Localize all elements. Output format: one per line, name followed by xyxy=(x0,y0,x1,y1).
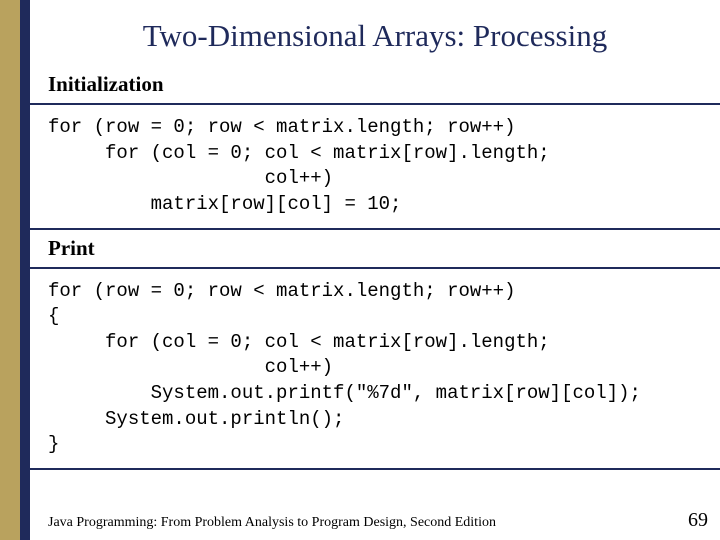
section-label-print: Print xyxy=(30,230,720,269)
page-title: Two-Dimensional Arrays: Processing xyxy=(30,0,720,66)
code-block-initialization: for (row = 0; row < matrix.length; row++… xyxy=(30,105,720,230)
footer: Java Programming: From Problem Analysis … xyxy=(48,509,708,532)
footer-book-title: Java Programming: From Problem Analysis … xyxy=(48,515,496,531)
section-label-initialization: Initialization xyxy=(30,66,720,105)
code-block-print: for (row = 0; row < matrix.length; row++… xyxy=(30,269,720,470)
left-stripe-navy xyxy=(20,0,30,540)
left-stripe-gold xyxy=(0,0,20,540)
page-number: 69 xyxy=(688,509,708,532)
slide-content: Two-Dimensional Arrays: Processing Initi… xyxy=(30,0,720,540)
